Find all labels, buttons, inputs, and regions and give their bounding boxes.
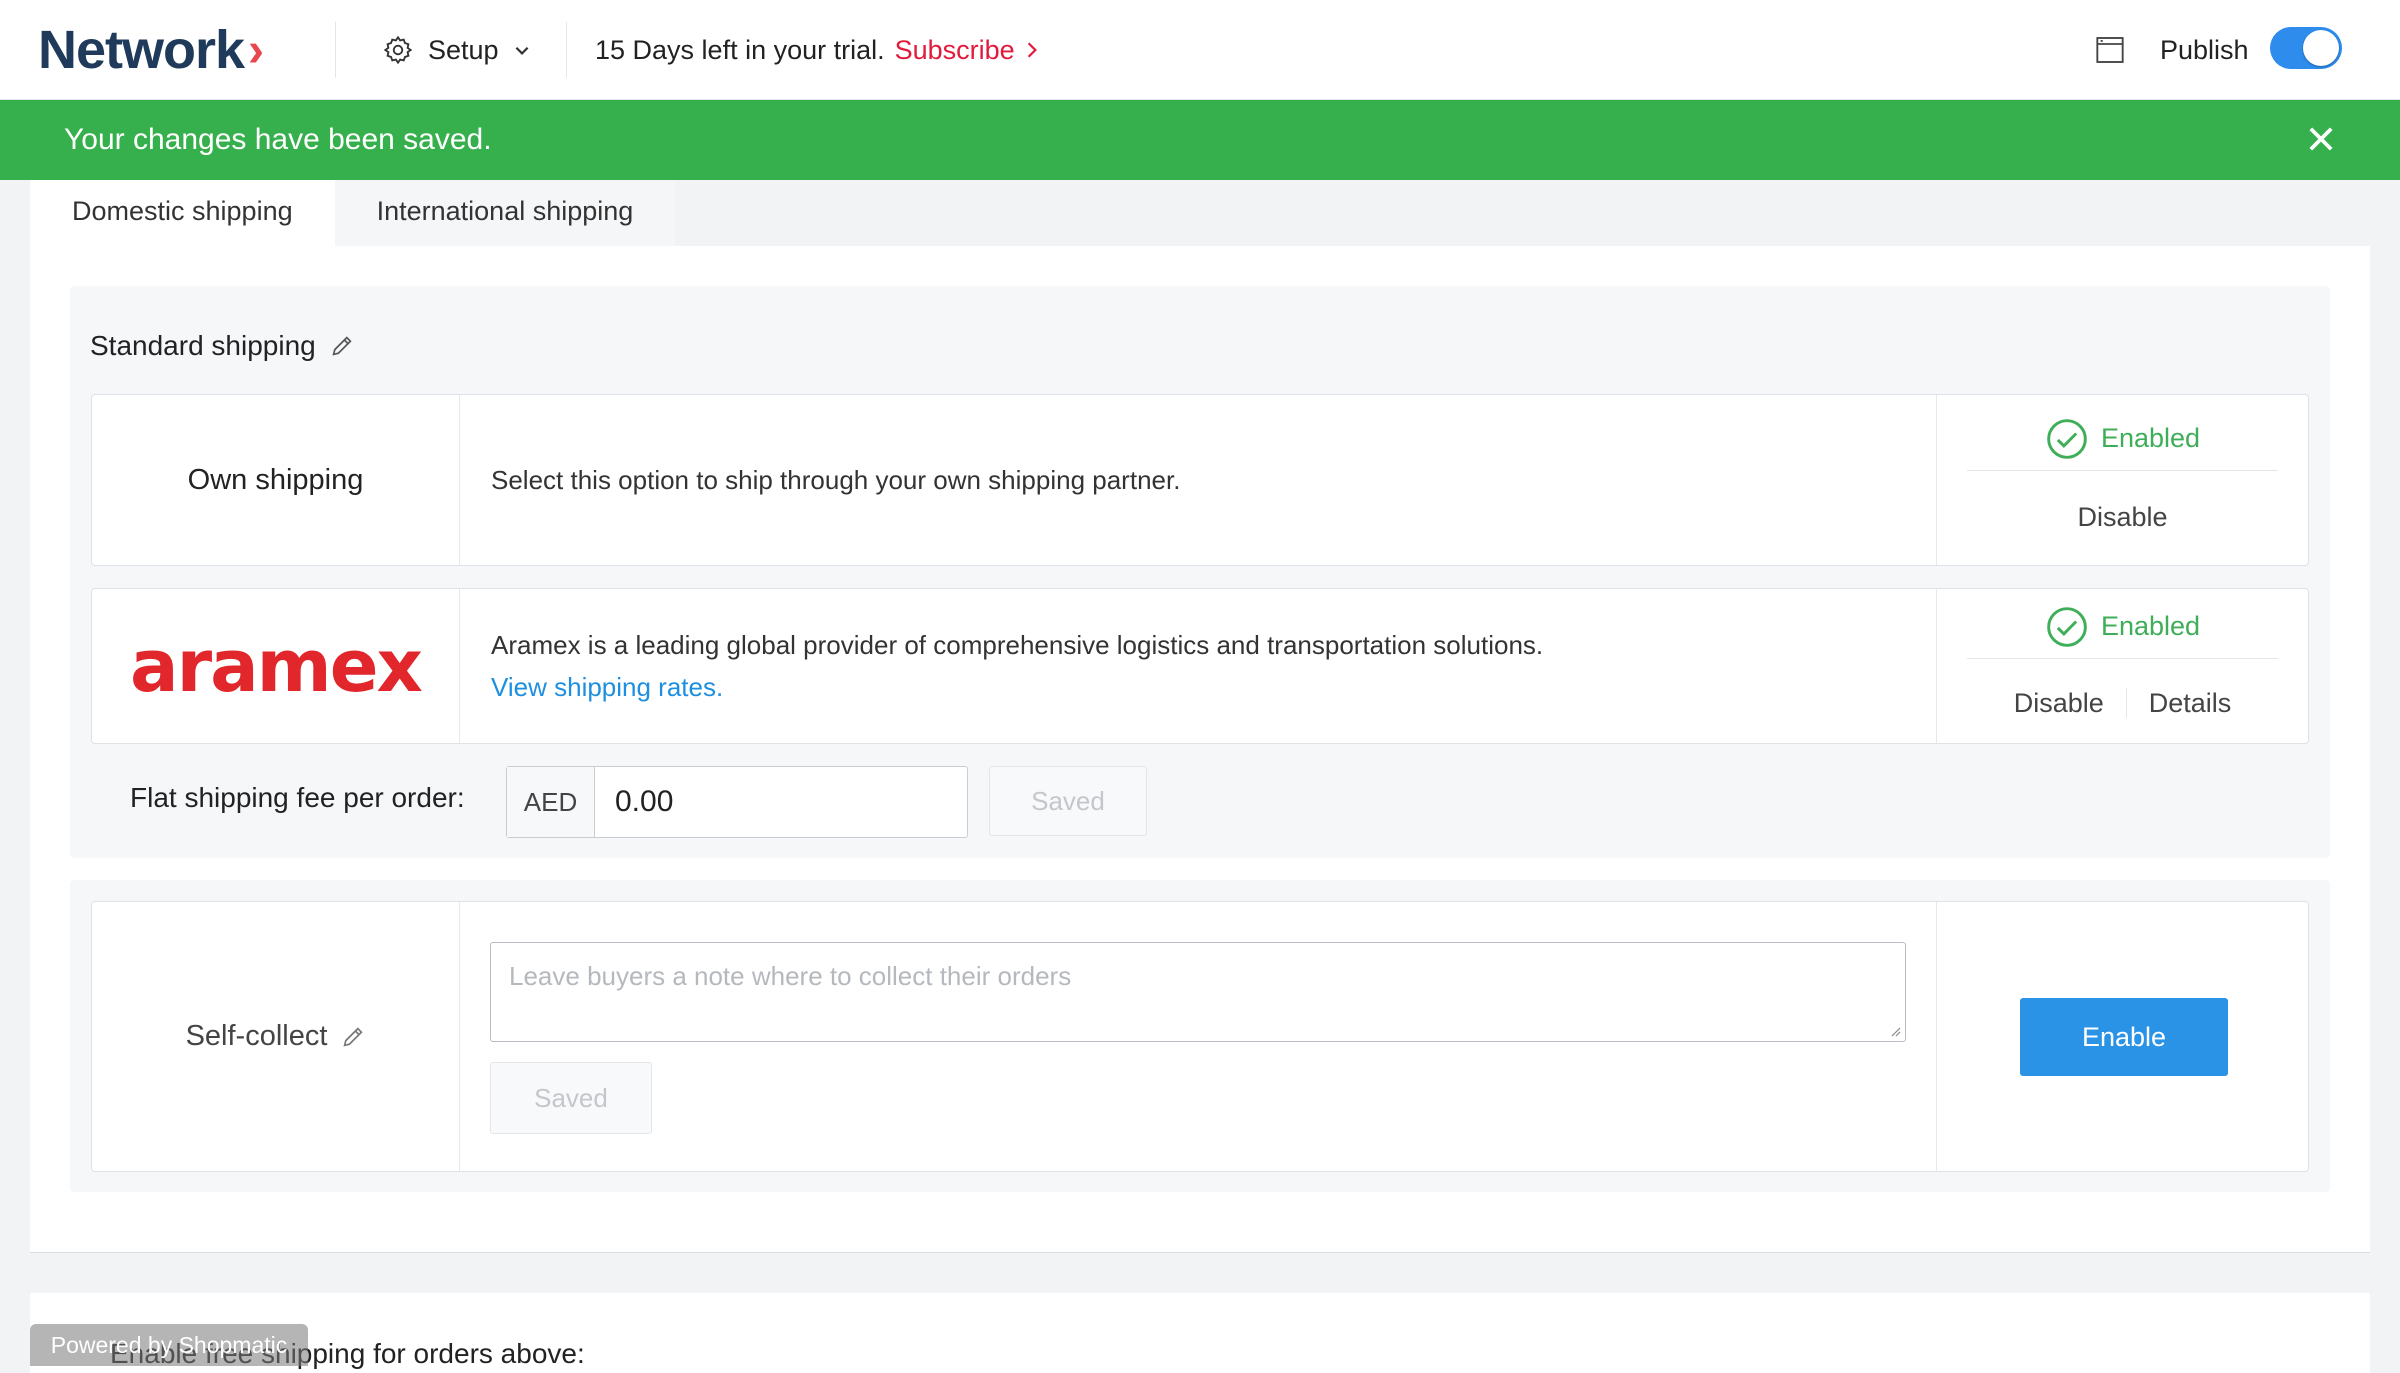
flat-fee-input[interactable]: AED 0.00	[506, 766, 968, 838]
network-logo[interactable]: Network ›	[38, 16, 264, 84]
note-placeholder: Leave buyers a note where to collect the…	[509, 961, 1072, 991]
trial-notice: 15 Days left in your trial. Subscribe	[595, 28, 1039, 72]
edit-pencil-icon[interactable]	[330, 334, 354, 358]
self-collect-name: Self-collect	[185, 1020, 328, 1052]
aramex-row: aramex Aramex is a leading global provid…	[91, 588, 2309, 744]
collection-note-textarea[interactable]: Leave buyers a note where to collect the…	[490, 942, 1906, 1042]
success-banner: Your changes have been saved.	[0, 100, 2400, 180]
logo-chevron-icon: ›	[248, 23, 264, 77]
status-label: Enabled	[2100, 423, 2201, 453]
standard-shipping-title: Standard shipping	[90, 330, 354, 362]
close-icon[interactable]	[2304, 122, 2338, 164]
check-circle-icon	[2047, 606, 2087, 647]
enable-self-collect-button[interactable]: Enable	[2020, 998, 2228, 1076]
aramex-logo: aramex	[130, 624, 423, 708]
toggle-knob	[2303, 30, 2339, 66]
top-bar: Network › Setup 15 Days left in your tri…	[0, 0, 2400, 100]
own-shipping-row: Own shipping Select this option to ship …	[91, 394, 2309, 566]
aramex-description: Aramex is a leading global provider of c…	[491, 630, 1544, 660]
disable-button[interactable]: Disable	[2055, 502, 2189, 533]
setup-label: Setup	[428, 34, 499, 65]
disable-button[interactable]: Disable	[1992, 688, 2126, 719]
own-shipping-controls: Enabled Disable	[1936, 395, 2308, 565]
edit-pencil-icon[interactable]	[341, 1025, 365, 1049]
own-shipping-name: Own shipping	[92, 395, 460, 565]
own-shipping-status: Enabled	[1967, 407, 2278, 471]
check-circle-icon	[2047, 418, 2087, 459]
currency-addon: AED	[507, 767, 595, 837]
flat-fee-saved-button[interactable]: Saved	[989, 766, 1147, 836]
self-collect-name-cell: Self-collect	[92, 902, 460, 1171]
self-collect-saved-button[interactable]: Saved	[490, 1062, 652, 1134]
publish-label: Publish	[2160, 34, 2249, 65]
status-label: Enabled	[2100, 611, 2201, 641]
standard-shipping-section	[70, 286, 2330, 858]
section-title-text: Standard shipping	[90, 330, 316, 361]
preview-window-icon[interactable]	[2094, 34, 2126, 71]
banner-message: Your changes have been saved.	[64, 123, 492, 156]
flat-fee-label: Flat shipping fee per order:	[130, 782, 465, 813]
own-shipping-description: Select this option to ship through your …	[491, 465, 1181, 495]
own-shipping-actions: Disable	[1937, 495, 2308, 539]
tab-domestic-shipping[interactable]: Domestic shipping	[30, 176, 335, 246]
subscribe-label: Subscribe	[894, 34, 1015, 65]
divider	[335, 22, 336, 78]
chevron-right-icon	[1027, 42, 1037, 58]
aramex-controls: Enabled Disable Details	[1936, 589, 2308, 743]
powered-by-badge[interactable]: Powered by Shopmatic	[30, 1324, 308, 1366]
chevron-down-icon	[515, 46, 528, 55]
logo-text: Network	[38, 20, 245, 80]
tab-international-shipping[interactable]: International shipping	[334, 176, 676, 246]
divider	[566, 22, 567, 78]
publish-toggle[interactable]	[2270, 27, 2342, 69]
shipping-tabs: Domestic shipping International shipping	[30, 176, 676, 246]
aramex-actions: Disable Details	[1937, 681, 2308, 725]
gear-icon	[383, 35, 413, 65]
aramex-status: Enabled	[1967, 595, 2278, 659]
subscribe-link[interactable]: Subscribe	[895, 35, 1039, 66]
details-button[interactable]: Details	[2127, 688, 2254, 719]
flat-fee-value[interactable]: 0.00	[595, 767, 673, 837]
aramex-description-block: Aramex is a leading global provider of c…	[491, 624, 1543, 708]
aramex-logo-cell: aramex	[92, 589, 460, 743]
setup-menu[interactable]: Setup	[382, 28, 531, 72]
trial-text: 15 Days left in your trial.	[595, 34, 885, 65]
view-shipping-rates-link[interactable]: View shipping rates.	[491, 666, 1543, 708]
resize-handle-icon[interactable]	[1887, 1023, 1901, 1037]
